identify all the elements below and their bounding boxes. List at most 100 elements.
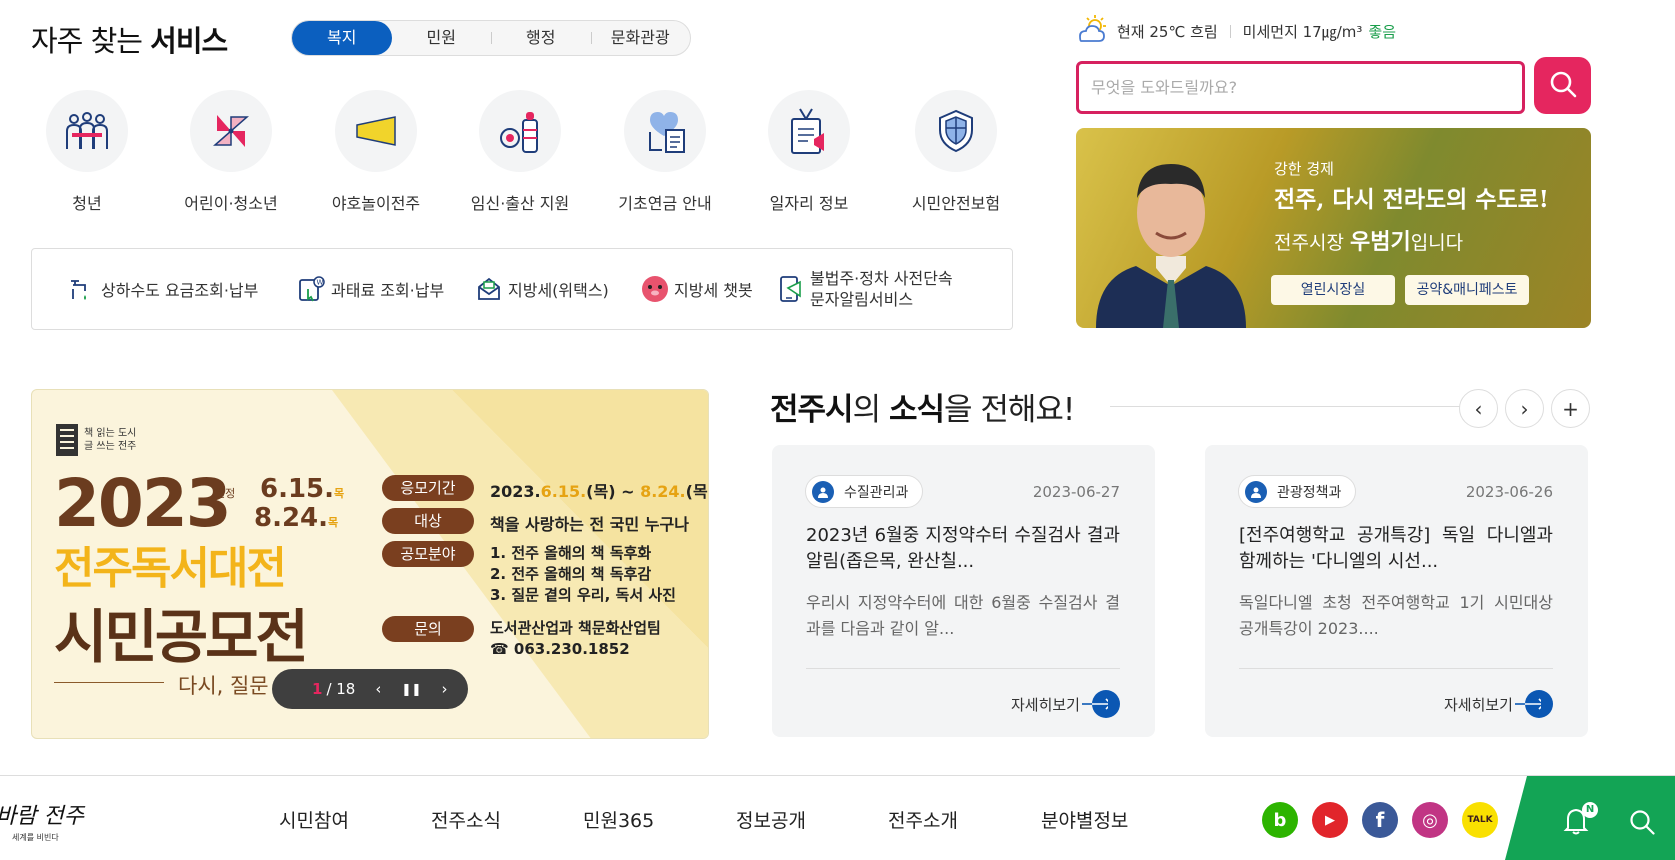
parking-sms-icon	[777, 275, 805, 303]
promo-field-value: 1. 전주 올해의 책 독후화 2. 전주 올해의 책 독후감 3. 질문 곁의 우…	[490, 544, 676, 604]
mayor-slogan-small: 강한 경제	[1274, 160, 1334, 178]
nav-participation[interactable]: 시민참여	[279, 806, 349, 833]
news-prev-button[interactable]: ‹	[1459, 389, 1498, 428]
water-tap-icon	[68, 275, 96, 303]
open-mayor-office-button[interactable]: 열린시장실	[1271, 275, 1395, 305]
footer-search-button[interactable]	[1628, 808, 1656, 840]
promo-year: 2023	[54, 465, 232, 542]
service-insurance[interactable]: 시민안전보험	[881, 90, 1031, 214]
slide-prev-icon[interactable]: ‹	[375, 680, 381, 698]
quick-links: 상하수도 요금조회·납부 W 과태료 조회·납부 지방세(위택스) 지방세 챗봇…	[31, 248, 1013, 330]
news-date: 2023-06-26	[1465, 483, 1553, 501]
quick-link-parking[interactable]: 불법주·정차 사전단속 문자알림서비스	[777, 249, 953, 329]
person-icon	[812, 480, 834, 503]
instagram-icon[interactable]: ◎	[1412, 802, 1448, 838]
heart-document-icon	[624, 90, 706, 172]
chevron-left-icon: ‹	[1474, 396, 1483, 421]
cloudy-sun-icon	[1075, 15, 1109, 47]
notification-button[interactable]: N	[1562, 802, 1598, 840]
slide-next-icon[interactable]: ›	[441, 680, 447, 698]
pinwheel-icon	[190, 90, 272, 172]
svg-text:W: W	[317, 279, 324, 287]
promo-contact-value: 도서관산업과 책문화산업팀 ☎ 063.230.1852	[490, 619, 661, 658]
book-logo-icon	[56, 424, 78, 456]
promo-tag-target: 대상	[382, 508, 474, 534]
news-headline[interactable]: [전주여행학교 공개특강] 독일 다니엘과 함께하는 '다니엘의 시선...	[1239, 523, 1553, 575]
quick-link-fine[interactable]: W 과태료 조회·납부	[298, 249, 444, 329]
service-tabs: 복지 민원 행정 문화관광	[291, 20, 691, 56]
news-summary: 우리시 지정약수터에 대한 6월중 수질검사 결과를 다음과 같이 알...	[806, 593, 1120, 638]
chevron-right-icon: ›	[1520, 396, 1529, 421]
arrow-right-icon	[1082, 690, 1120, 718]
quick-link-wetax[interactable]: 지방세(위택스)	[475, 249, 609, 329]
dept-badge: 관광정책과	[1238, 475, 1357, 508]
mayor-banner[interactable]: 강한 경제 전주, 다시 전라도의 수도로! 전주시장 우범기입니다 열린시장실…	[1076, 128, 1591, 328]
service-pension[interactable]: 기초연금 안내	[590, 90, 740, 214]
mayor-portrait	[1086, 138, 1256, 328]
job-badge-icon	[768, 90, 850, 172]
promo-date-start: 6.15.목	[260, 474, 345, 504]
promo-tag-field: 공모분야	[382, 541, 474, 567]
news-more-button[interactable]: +	[1551, 389, 1590, 428]
tab-civil[interactable]: 민원	[392, 21, 492, 55]
tab-welfare[interactable]: 복지	[292, 21, 392, 55]
baby-bottle-icon	[479, 90, 561, 172]
plus-icon: +	[1562, 396, 1579, 421]
service-youth[interactable]: 청년	[12, 90, 162, 214]
nav-fields[interactable]: 분야별정보	[1041, 806, 1128, 833]
read-more-link[interactable]: 자세히보기	[1011, 690, 1120, 718]
news-card[interactable]: 관광정책과 2023-06-26 [전주여행학교 공개특강] 독일 다니엘과 함…	[1205, 445, 1588, 737]
blog-icon[interactable]: b	[1262, 802, 1298, 838]
youtube-icon[interactable]: ▶	[1312, 802, 1348, 838]
megaphone-horn-icon	[335, 90, 417, 172]
search-icon	[1628, 810, 1656, 840]
promo-period-label: 일정	[215, 487, 236, 500]
nav-news[interactable]: 전주소식	[431, 806, 501, 833]
youth-people-icon	[46, 90, 128, 172]
facebook-icon[interactable]: f	[1362, 802, 1398, 838]
news-next-button[interactable]: ›	[1505, 389, 1544, 428]
bell-icon	[1562, 808, 1592, 840]
tab-culture[interactable]: 문화관광	[590, 21, 691, 55]
nav-about[interactable]: 전주소개	[888, 806, 958, 833]
promo-slider-control: 1 / 18 ‹ ❚❚ ›	[272, 669, 468, 709]
promo-logo: 책 읽는 도시 글 쓰는 전주	[54, 422, 136, 458]
promo-title-contest: 시민공모전	[54, 603, 309, 671]
manifesto-button[interactable]: 공약&매니페스토	[1405, 275, 1529, 305]
promo-title-festival: 전주독서대전	[54, 543, 287, 594]
news-card[interactable]: 수질관리과 2023-06-27 2023년 6월중 지정약수터 수질검사 결과…	[772, 445, 1155, 737]
news-date: 2023-06-27	[1032, 483, 1120, 501]
service-jobs[interactable]: 일자리 정보	[734, 90, 884, 214]
notification-badge: N	[1582, 802, 1598, 818]
dust-status: 좋음	[1368, 22, 1397, 41]
mayor-intro: 전주시장 우범기입니다	[1274, 230, 1464, 255]
fine-payment-icon: W	[298, 275, 326, 303]
kakaotalk-icon[interactable]: TALK	[1462, 802, 1498, 838]
tab-admin[interactable]: 행정	[491, 21, 591, 55]
service-children[interactable]: 어린이·청소년	[156, 90, 306, 214]
read-more-link[interactable]: 자세히보기	[1444, 690, 1553, 718]
slide-pause-icon[interactable]: ❚❚	[401, 682, 421, 696]
service-play[interactable]: 야호놀이전주	[301, 90, 451, 214]
quick-link-water[interactable]: 상하수도 요금조회·납부	[68, 249, 258, 329]
site-logo[interactable]: 바람 전주 세계를 비빈다	[0, 798, 84, 848]
search-input[interactable]	[1079, 64, 1522, 111]
search-box	[1076, 61, 1525, 114]
promo-tag-period: 응모기간	[382, 475, 474, 501]
nav-civil365[interactable]: 민원365	[583, 806, 654, 833]
news-headline[interactable]: 2023년 6월중 지정약수터 수질검사 결과 알림(좁은목, 완산칠...	[806, 523, 1120, 575]
tax-envelope-icon	[475, 275, 503, 303]
promo-period-value: 2023.6.15.(목) ~ 8.24.(목)	[490, 482, 708, 501]
search-icon	[1549, 70, 1577, 102]
search-button[interactable]	[1534, 57, 1591, 114]
nav-disclosure[interactable]: 정보공개	[736, 806, 806, 833]
service-pregnancy[interactable]: 임신·출산 지원	[445, 90, 595, 214]
mayor-slogan: 전주, 다시 전라도의 수도로!	[1274, 186, 1549, 213]
services-title: 자주 찾는 서비스	[31, 24, 228, 58]
quick-link-chatbot[interactable]: 지방세 챗봇	[641, 249, 753, 329]
dept-badge: 수질관리과	[805, 475, 924, 508]
promo-date-end: 8.24.목	[254, 503, 339, 533]
weather-current: 현재 25℃ 흐림	[1117, 22, 1218, 41]
arrow-right-icon	[1515, 690, 1553, 718]
promo-tag-contact: 문의	[382, 616, 474, 642]
